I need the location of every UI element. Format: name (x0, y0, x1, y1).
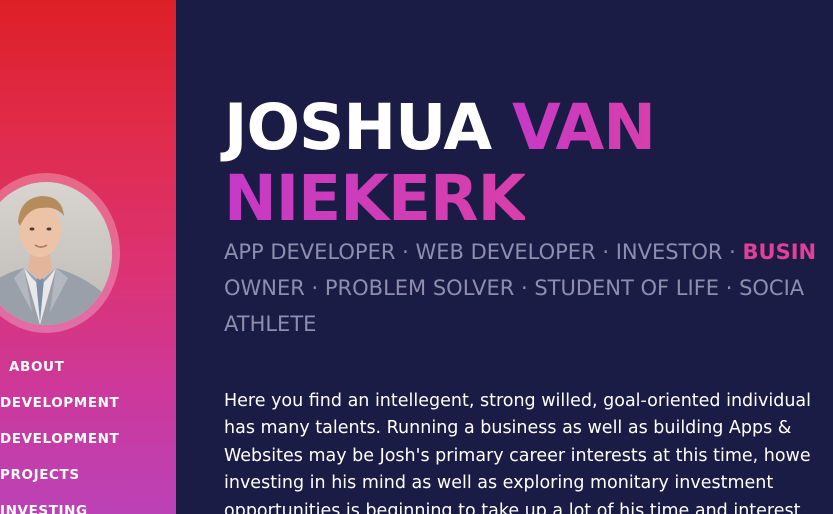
last-name-part2: NIEKERK (224, 162, 526, 235)
bio-line: Here you find an intellegent, strong wil… (224, 391, 812, 411)
first-name: JOSHUA (224, 91, 492, 164)
roles-subtitle: APP DEVELOPER · WEB DEVELOPER · INVESTOR… (224, 234, 816, 342)
roles-line2: OWNER · PROBLEM SOLVER · STUDENT OF LIFE… (224, 276, 805, 300)
roles-highlight: BUSIN (742, 240, 817, 264)
nav-item-about[interactable]: ABOUT (0, 357, 119, 393)
nav-item-development-2[interactable]: DEVELOPMENT (0, 429, 119, 465)
main-content: JOSHUA VAN NIEKERK APP DEVELOPER · WEB D… (224, 0, 833, 514)
roles-line1: APP DEVELOPER · WEB DEVELOPER · INVESTOR… (224, 240, 743, 264)
nav-item-investing[interactable]: INVESTING (0, 501, 119, 514)
roles-line3: ATHLETE (224, 312, 317, 336)
bio-line: opportunities is beginning to take up a … (224, 500, 801, 514)
bio-line: has many talents. Running a business as … (224, 418, 792, 439)
page: ABOUT DEVELOPMENT DEVELOPMENT PROJECTS I… (0, 0, 833, 514)
bio-line: Websites may be Josh's primary career in… (224, 445, 811, 466)
bio-paragraph: Here you find an intellegent, strong wil… (224, 388, 833, 514)
sidebar-nav: ABOUT DEVELOPMENT DEVELOPMENT PROJECTS I… (0, 357, 119, 514)
nav-item-development[interactable]: DEVELOPMENT (0, 393, 119, 429)
nav-item-projects[interactable]: PROJECTS (0, 465, 119, 501)
sidebar: ABOUT DEVELOPMENT DEVELOPMENT PROJECTS I… (0, 0, 176, 514)
last-name-part1: VAN (512, 91, 656, 164)
bio-line: investing in his mind as well as explori… (224, 473, 774, 494)
page-title: JOSHUA VAN NIEKERK (224, 91, 656, 235)
